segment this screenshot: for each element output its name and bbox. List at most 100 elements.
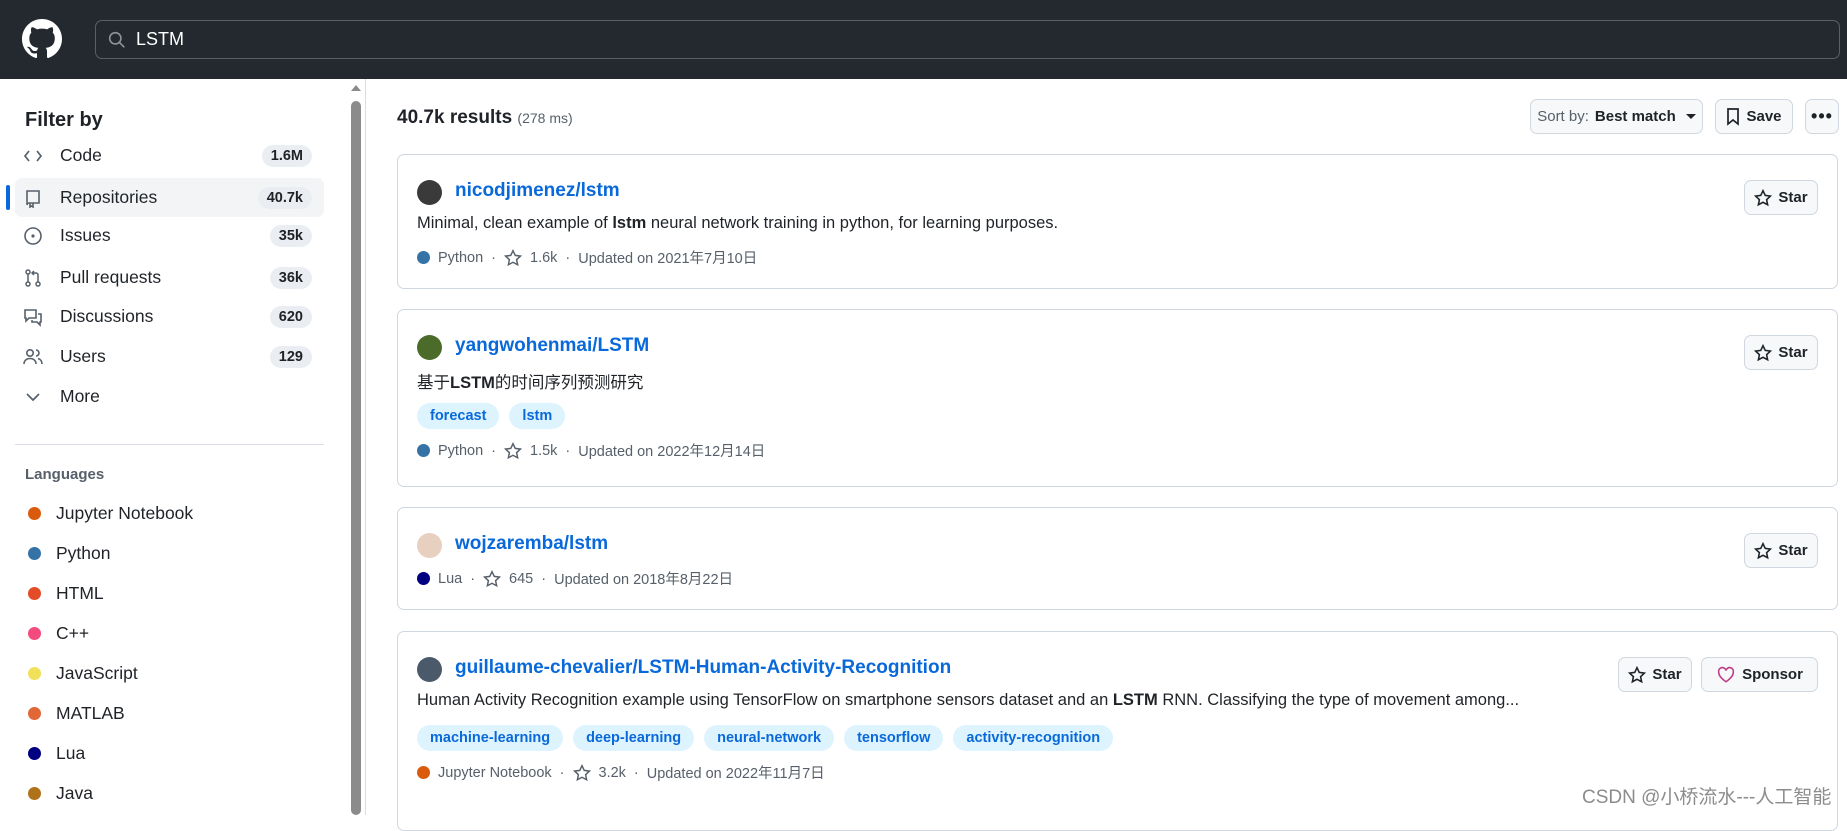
topic-tag[interactable]: lstm <box>509 403 566 429</box>
repo-result-card: wojzaremba/lstm Lua · 645 · Updated on 2018年… <box>397 507 1838 610</box>
star-button[interactable]: Star <box>1744 180 1818 215</box>
sidebar-item-label: Code <box>60 145 102 165</box>
language-color-dot <box>28 507 41 520</box>
language-color-dot <box>28 587 41 600</box>
repo-description: 基于LSTM的时间序列预测研究 <box>417 374 644 392</box>
more-options-button[interactable]: ••• <box>1805 99 1839 134</box>
language-label: JavaScript <box>56 663 138 683</box>
updated-date: Updated on 2022年12月14日 <box>578 444 766 460</box>
language-filter-item[interactable]: Lua <box>28 743 85 764</box>
count-badge: 620 <box>269 305 312 328</box>
star-icon <box>1754 188 1773 206</box>
heart-icon <box>1717 666 1735 683</box>
repo-link[interactable]: nicodjimenez/lstm <box>455 180 620 202</box>
updated-date: Updated on 2022年11月7日 <box>646 766 825 782</box>
language-filter-item[interactable]: JavaScript <box>28 663 138 684</box>
language-filter-item[interactable]: HTML <box>28 583 104 604</box>
star-icon <box>572 763 591 781</box>
language-color-dot <box>417 766 430 779</box>
count-badge: 129 <box>269 345 312 368</box>
languages-title: Languages <box>25 466 105 483</box>
divider <box>365 79 366 815</box>
language-color-dot <box>28 667 41 680</box>
language-label: Lua <box>56 743 86 763</box>
sidebar-item-label: Users <box>60 346 106 366</box>
sidebar-scrollbar[interactable] <box>349 79 363 815</box>
pull-request-icon <box>25 269 41 287</box>
search-icon <box>108 31 125 48</box>
count-badge: 35k <box>269 224 312 247</box>
sidebar-item-repositories[interactable]: Repositories 40.7k <box>6 178 324 217</box>
search-input[interactable]: LSTM <box>95 20 1840 59</box>
repo-description: Minimal, clean example of lstm neural ne… <box>417 214 1059 232</box>
owner-avatar[interactable] <box>417 335 442 360</box>
sidebar-item-more[interactable]: More <box>15 377 324 416</box>
repo-meta: Python · 1.5k · Updated on 2022年12月14日 <box>417 440 765 461</box>
repo-meta: Python · 1.6k · Updated on 2021年7月10日 <box>417 247 757 268</box>
owner-avatar[interactable] <box>417 533 442 558</box>
owner-avatar[interactable] <box>417 657 442 682</box>
repo-result-card: nicodjimenez/lstm Minimal, clean example … <box>397 154 1838 289</box>
bookmark-icon <box>1727 107 1740 126</box>
repo-result-card: yangwohenmai/LSTM 基于LSTM的时间序列预测研究 forecast… <box>397 309 1838 487</box>
language-filter-item[interactable]: Jupyter Notebook <box>28 503 193 524</box>
updated-date: Updated on 2021年7月10日 <box>578 251 758 267</box>
topic-tags: forecast lstm <box>417 403 566 429</box>
sort-dropdown[interactable]: Sort by: Best match <box>1530 99 1703 134</box>
language-color-dot <box>28 787 41 800</box>
owner-avatar[interactable] <box>417 180 442 205</box>
star-count[interactable]: 3.2k <box>599 765 626 781</box>
users-icon <box>23 348 43 365</box>
topic-tag[interactable]: machine-learning <box>417 725 564 751</box>
scrollbar-thumb[interactable] <box>351 101 361 815</box>
save-button[interactable]: Save <box>1715 99 1793 134</box>
repo-meta: Jupyter Notebook · 3.2k · Updated on 2022年1… <box>417 762 825 783</box>
star-icon <box>504 441 522 459</box>
sidebar-item-discussions[interactable]: Discussions 620 <box>15 297 324 336</box>
filter-title: Filter by <box>25 109 103 131</box>
topic-tags: machine-learning deep-learning neural-netw… <box>417 725 1114 751</box>
repo-description: Human Activity Recognition example using… <box>417 691 1520 709</box>
topic-tag[interactable]: activity-recognition <box>953 725 1114 751</box>
star-icon <box>504 248 522 266</box>
language-filter-item[interactable]: MATLAB <box>28 703 125 724</box>
repo-link[interactable]: guillaume-chevalier/LSTM-Human-Activity-… <box>455 657 951 679</box>
topic-tag[interactable]: forecast <box>417 403 500 429</box>
language-color-dot <box>417 251 430 264</box>
sidebar-item-issues[interactable]: Issues 35k <box>15 216 324 255</box>
language-label: Python <box>56 543 111 563</box>
language-color-dot <box>28 547 41 560</box>
sponsor-button[interactable]: Sponsor <box>1701 657 1818 692</box>
scroll-up-arrow-icon[interactable] <box>351 85 361 91</box>
language-filter-item[interactable]: C++ <box>28 623 89 644</box>
repo-link[interactable]: yangwohenmai/LSTM <box>455 335 649 357</box>
language-filter-item[interactable]: Java <box>28 783 93 804</box>
github-logo-icon[interactable] <box>22 19 62 59</box>
count-badge: 36k <box>269 266 312 289</box>
language-label: HTML <box>56 583 104 603</box>
language-color-dot <box>28 747 41 760</box>
filter-sidebar: Filter by Code 1.6M Repositories 40.7k I… <box>0 79 349 815</box>
sidebar-item-label: Discussions <box>60 306 154 326</box>
chevron-down-icon <box>26 393 40 402</box>
sidebar-item-label: More <box>60 386 100 406</box>
repo-meta: Lua · 645 · Updated on 2018年8月22日 <box>417 568 733 589</box>
language-color-dot <box>28 707 41 720</box>
top-header: LSTM <box>0 0 1847 79</box>
count-badge: 1.6M <box>261 144 312 167</box>
topic-tag[interactable]: deep-learning <box>573 725 695 751</box>
sidebar-item-pull-requests[interactable]: Pull requests 36k <box>15 258 324 297</box>
language-filter-item[interactable]: Python <box>28 543 110 564</box>
star-button[interactable]: Star <box>1618 657 1692 692</box>
star-count[interactable]: 1.5k <box>530 443 557 459</box>
sidebar-item-code[interactable]: Code 1.6M <box>15 136 324 175</box>
star-button[interactable]: Star <box>1744 335 1818 370</box>
topic-tag[interactable]: tensorflow <box>844 725 944 751</box>
star-button[interactable]: Star <box>1744 533 1818 568</box>
star-count[interactable]: 1.6k <box>530 250 557 266</box>
sidebar-item-users[interactable]: Users 129 <box>15 337 324 376</box>
star-count[interactable]: 645 <box>509 571 533 587</box>
repo-link[interactable]: wojzaremba/lstm <box>455 533 608 555</box>
topic-tag[interactable]: neural-network <box>704 725 835 751</box>
kebab-horizontal-icon: ••• <box>1811 106 1833 126</box>
